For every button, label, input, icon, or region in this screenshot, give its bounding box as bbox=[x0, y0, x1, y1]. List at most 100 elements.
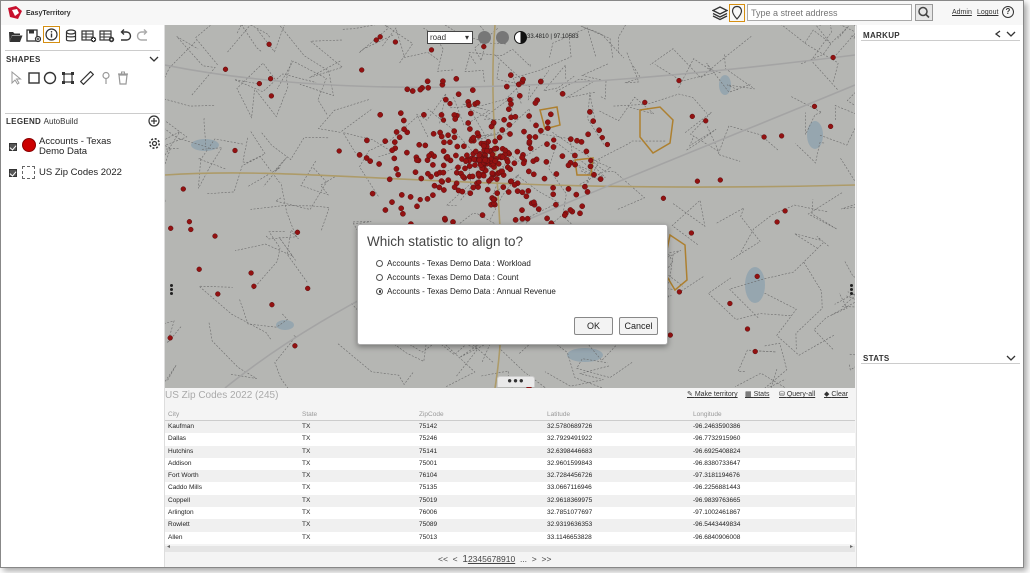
cell-city: Coppell bbox=[168, 496, 191, 504]
help-icon[interactable]: ? bbox=[1002, 6, 1014, 18]
cell-latitude: 32.9319636353 bbox=[547, 521, 593, 529]
cell-longitude: -96.7732915960 bbox=[693, 435, 741, 443]
trash-icon[interactable] bbox=[116, 71, 130, 85]
basemap-select[interactable]: road ▾ bbox=[427, 31, 473, 44]
layers-icon[interactable] bbox=[712, 5, 728, 21]
divider bbox=[861, 363, 1020, 364]
table-panel-handle[interactable]: ●●● bbox=[497, 376, 535, 387]
location-pin-button[interactable] bbox=[729, 4, 745, 22]
address-search-input[interactable] bbox=[747, 4, 912, 21]
chevron-left-icon[interactable] bbox=[994, 30, 1002, 38]
cell-zipcode: 75135 bbox=[419, 484, 438, 492]
pin-tool-icon[interactable] bbox=[99, 71, 113, 85]
first-page-link[interactable]: << bbox=[438, 554, 448, 564]
next-page-link[interactable]: > bbox=[532, 554, 537, 564]
cell-zipcode: 76104 bbox=[419, 472, 438, 480]
cell-city: Kaufman bbox=[168, 423, 195, 430]
column-header-latitude[interactable]: Latitude bbox=[547, 411, 570, 418]
redo-button[interactable] bbox=[135, 27, 151, 45]
layer-checkbox-zipcodes[interactable] bbox=[9, 169, 17, 177]
app-logo[interactable]: EasyTerritory bbox=[7, 5, 71, 21]
wand-icon: ✎ bbox=[687, 391, 695, 398]
cell-state: TX bbox=[302, 521, 311, 529]
chevron-down-icon[interactable] bbox=[149, 56, 159, 63]
radio-button[interactable] bbox=[376, 273, 383, 281]
save-map-button[interactable] bbox=[25, 27, 41, 45]
radio-option-annual-revenue[interactable]: Accounts - Texas Demo Data : Annual Reve… bbox=[376, 285, 556, 297]
table-row[interactable]: Rowlett TX 75089 32.9319636353 -96.544344983… bbox=[165, 519, 855, 532]
cell-state: TX bbox=[302, 509, 311, 517]
layer-checkbox-accounts[interactable] bbox=[9, 143, 17, 151]
rectangle-tool-icon[interactable] bbox=[27, 71, 41, 85]
horizontal-scrollbar[interactable]: ◂ ▸ bbox=[165, 543, 855, 552]
circle-tool-icon[interactable] bbox=[43, 71, 57, 85]
table-row[interactable]: Dallas TX 75246 32.7929491922 -96.7732915960 bbox=[165, 433, 855, 446]
prev-page-link[interactable]: < bbox=[453, 554, 458, 564]
cell-latitude: 33.0667116946 bbox=[547, 484, 592, 492]
chevron-down-icon[interactable] bbox=[1006, 354, 1016, 362]
table-row[interactable]: Caddo Mills TX 75135 33.0667116946 -96.22568… bbox=[165, 482, 855, 495]
radio-button[interactable] bbox=[376, 287, 383, 295]
location-pin-icon bbox=[731, 5, 743, 20]
save-icon bbox=[25, 29, 41, 43]
divider bbox=[5, 50, 160, 51]
scroll-right-icon[interactable]: ▸ bbox=[850, 543, 853, 550]
ok-button[interactable]: OK bbox=[574, 317, 613, 335]
column-header-longitude[interactable]: Longitude bbox=[693, 411, 722, 418]
data-table-panel: US Zip Codes 2022 (245) ✎ Make territory… bbox=[165, 388, 855, 567]
table-row[interactable]: Fort Worth TX 76104 32.7284456726 -97.318119… bbox=[165, 470, 855, 483]
chevron-down-icon[interactable] bbox=[1006, 30, 1016, 38]
contrast-toggle-icon[interactable] bbox=[514, 31, 527, 44]
left-panel-handle[interactable] bbox=[170, 283, 174, 296]
cell-latitude: 32.7851077697 bbox=[547, 509, 593, 517]
cell-state: TX bbox=[302, 496, 311, 504]
polygon-tool-icon[interactable] bbox=[61, 71, 75, 85]
stats-link[interactable]: ▦ Stats bbox=[745, 390, 770, 398]
cancel-button[interactable]: Cancel bbox=[619, 317, 658, 335]
cell-latitude: 32.7929491922 bbox=[547, 435, 593, 443]
database-button[interactable] bbox=[63, 27, 79, 45]
right-panel-handle[interactable] bbox=[850, 283, 854, 296]
cell-state: TX bbox=[302, 435, 311, 443]
cell-zipcode: 75089 bbox=[419, 521, 438, 529]
address-search-button[interactable] bbox=[915, 4, 933, 21]
radio-button[interactable] bbox=[376, 259, 383, 267]
add-layer-icon[interactable] bbox=[148, 115, 160, 127]
zoom-out-icon[interactable] bbox=[478, 31, 491, 44]
scroll-left-icon[interactable]: ◂ bbox=[167, 543, 170, 550]
cell-latitude: 32.5780689726 bbox=[547, 423, 593, 430]
info-button[interactable] bbox=[43, 26, 60, 43]
add-table-button[interactable] bbox=[81, 27, 97, 45]
select-arrow-icon[interactable] bbox=[9, 71, 23, 85]
logout-link[interactable]: Logout bbox=[977, 9, 998, 16]
zoom-in-icon[interactable] bbox=[496, 31, 509, 44]
column-header-state[interactable]: State bbox=[302, 411, 317, 418]
query-all-link[interactable]: ⛁ Query-all bbox=[779, 390, 815, 398]
undo-button[interactable] bbox=[117, 27, 133, 45]
table-row[interactable]: Hutchins TX 75141 32.6398446683 -96.69254088… bbox=[165, 445, 855, 458]
cell-state: TX bbox=[302, 447, 311, 455]
column-header-city[interactable]: City bbox=[168, 411, 179, 418]
chevron-down-icon: ▾ bbox=[464, 33, 469, 42]
open-folder-button[interactable] bbox=[7, 27, 23, 45]
table-row[interactable]: Addison TX 75001 32.9601599843 -96.838073364… bbox=[165, 457, 855, 471]
radio-option-workload[interactable]: Accounts - Texas Demo Data : Workload bbox=[376, 257, 531, 269]
gear-icon[interactable] bbox=[148, 137, 161, 150]
table-row[interactable]: Allen TX 75013 33.1146653828 -96.6840906008 bbox=[165, 531, 855, 544]
column-header-zipcode[interactable]: ZipCode bbox=[419, 411, 444, 418]
cell-longitude: -96.2463590386 bbox=[693, 423, 741, 430]
cell-zipcode: 75246 bbox=[419, 435, 438, 443]
page-links[interactable]: 2345678910 bbox=[468, 554, 515, 564]
last-page-link[interactable]: >> bbox=[541, 554, 551, 564]
admin-link[interactable]: Admin bbox=[952, 9, 972, 16]
clear-link[interactable]: ◆ Clear bbox=[824, 390, 848, 398]
cell-latitude: 32.9601599843 bbox=[547, 459, 593, 467]
table-row[interactable]: Arlington TX 76006 32.7851077697 -97.1002461… bbox=[165, 507, 855, 520]
table-settings-button[interactable] bbox=[99, 27, 115, 45]
table-row[interactable]: Kaufman TX 75142 32.5780689726 -96.246359038… bbox=[165, 421, 855, 434]
table-row[interactable]: Coppell TX 75019 32.9618369975 -96.983976366… bbox=[165, 494, 855, 508]
divider bbox=[5, 113, 160, 114]
radio-option-count[interactable]: Accounts - Texas Demo Data : Count bbox=[376, 271, 518, 283]
ruler-tool-icon[interactable] bbox=[80, 71, 94, 85]
make-territory-link[interactable]: ✎ Make territory bbox=[687, 390, 738, 398]
